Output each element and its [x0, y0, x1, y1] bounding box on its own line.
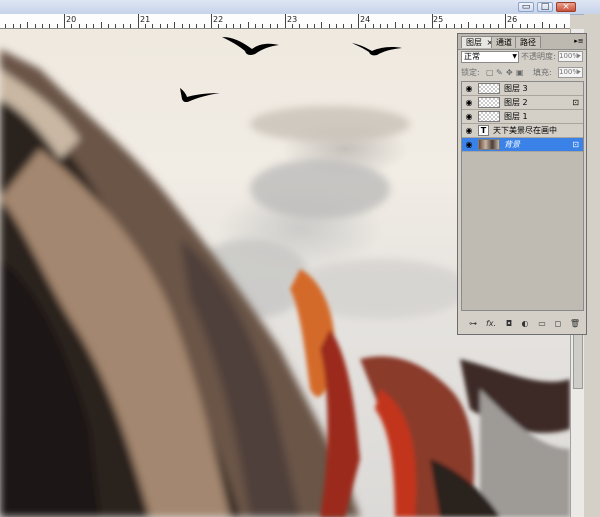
- visibility-eye-icon[interactable]: ◉: [464, 84, 474, 93]
- text-layer-icon: T: [478, 125, 489, 136]
- lock-paint-icon[interactable]: ✎: [496, 67, 503, 79]
- blend-mode-select[interactable]: 正常 ▼: [461, 51, 519, 63]
- panel-menu-icon[interactable]: ▸≡: [574, 37, 584, 46]
- lock-fill-row: 锁定: ▢ ✎ ✥ ▣ 填充: 100% ▶: [461, 67, 584, 81]
- tab-label: 图层: [466, 38, 482, 47]
- group-icon[interactable]: ▭: [536, 318, 548, 329]
- tab-paths[interactable]: 路径: [515, 36, 541, 48]
- close-button[interactable]: ×: [556, 2, 576, 12]
- tab-label: 通道: [496, 38, 512, 47]
- mask-icon[interactable]: ◘: [503, 318, 515, 329]
- layer-row[interactable]: ◉ 图层 2 ⊡: [462, 96, 583, 110]
- minimize-icon: ▭: [521, 2, 531, 12]
- visibility-eye-icon[interactable]: ◉: [464, 140, 474, 149]
- lock-transparency-icon[interactable]: ▢: [486, 67, 494, 79]
- lock-icon: ⊡: [572, 98, 579, 107]
- layer-thumbnail: [478, 97, 500, 108]
- adjustment-icon[interactable]: ◐: [519, 318, 531, 329]
- layer-row[interactable]: ◉ 图层 3: [462, 82, 583, 96]
- fill-value: 100%: [559, 68, 580, 76]
- delete-layer-icon[interactable]: 🗑: [569, 318, 581, 329]
- maximize-icon: □: [540, 2, 550, 12]
- visibility-eye-icon[interactable]: ◉: [464, 126, 474, 135]
- window-title-bar: ▭ □ ×: [0, 0, 600, 15]
- scrollbar-thumb[interactable]: [573, 329, 583, 389]
- link-layers-icon[interactable]: ⊶: [467, 318, 479, 329]
- opacity-input[interactable]: 100% ▶: [558, 51, 583, 62]
- opacity-value: 100%: [559, 52, 580, 60]
- bird-silhouettes: [180, 37, 402, 103]
- ruler-label: 20: [66, 15, 77, 24]
- layer-name: 图层 3: [504, 84, 528, 93]
- ruler-label: 21: [140, 15, 151, 24]
- layer-name: 图层 2: [504, 98, 528, 107]
- blend-opacity-row: 正常 ▼ 不透明度: 100% ▶: [461, 51, 584, 65]
- layers-panel-footer: ⊶ fx. ◘ ◐ ▭ ◻ 🗑: [461, 317, 584, 331]
- ruler-label: 22: [213, 15, 224, 24]
- opacity-label: 不透明度:: [521, 52, 556, 61]
- layers-panel: 图层 × 通道 路径 ▸≡ 正常 ▼ 不透明度: 100% ▶ 锁定: ▢ ✎ …: [457, 33, 587, 335]
- ruler-label: 26: [507, 15, 518, 24]
- layer-name: 图层 1: [504, 112, 528, 121]
- tab-label: 路径: [520, 38, 536, 47]
- layer-name: 背景: [504, 140, 520, 149]
- fill-label: 填充:: [533, 68, 552, 77]
- layer-thumbnail: [478, 111, 500, 122]
- panel-tabs: 图层 × 通道 路径 ▸≡: [458, 34, 586, 50]
- visibility-eye-icon[interactable]: ◉: [464, 112, 474, 121]
- layer-name: 天下美景尽在画中: [493, 126, 557, 135]
- lock-icon: ⊡: [572, 140, 579, 149]
- layer-thumbnail: [478, 139, 500, 150]
- lock-move-icon[interactable]: ✥: [506, 67, 513, 79]
- close-icon: ×: [562, 2, 570, 12]
- bird-icon: [352, 43, 402, 56]
- horizontal-ruler[interactable]: 20 21 22 23 24 25 26: [0, 14, 570, 29]
- chevron-right-icon: ▶: [577, 53, 581, 59]
- fx-icon[interactable]: fx.: [485, 318, 497, 329]
- maximize-button[interactable]: □: [537, 2, 553, 12]
- ruler-label: 24: [360, 15, 371, 24]
- ruler-label: 25: [433, 15, 444, 24]
- layer-row-selected[interactable]: ◉ 背景 ⊡: [462, 138, 583, 152]
- fill-input[interactable]: 100% ▶: [558, 67, 583, 78]
- lock-all-icon[interactable]: ▣: [516, 67, 524, 79]
- tab-channels[interactable]: 通道: [491, 36, 517, 48]
- chevron-down-icon: ▼: [512, 53, 517, 60]
- bird-icon: [180, 88, 220, 103]
- chevron-right-icon: ▶: [577, 69, 581, 75]
- minimize-button[interactable]: ▭: [518, 2, 534, 12]
- layer-row[interactable]: ◉ 图层 1: [462, 110, 583, 124]
- ruler-label: 23: [287, 15, 298, 24]
- layer-thumbnail: [478, 83, 500, 94]
- layer-row[interactable]: ◉ T 天下美景尽在画中: [462, 124, 583, 138]
- visibility-eye-icon[interactable]: ◉: [464, 98, 474, 107]
- lock-label: 锁定:: [461, 68, 480, 77]
- blend-mode-value: 正常: [464, 52, 480, 61]
- bird-icon: [222, 37, 279, 55]
- layers-list: ◉ 图层 3 ◉ 图层 2 ⊡ ◉ 图层 1 ◉ T 天下美景尽在画中 ◉ 背景…: [461, 81, 584, 311]
- new-layer-icon[interactable]: ◻: [552, 318, 564, 329]
- ruler-ticks: [5, 14, 565, 28]
